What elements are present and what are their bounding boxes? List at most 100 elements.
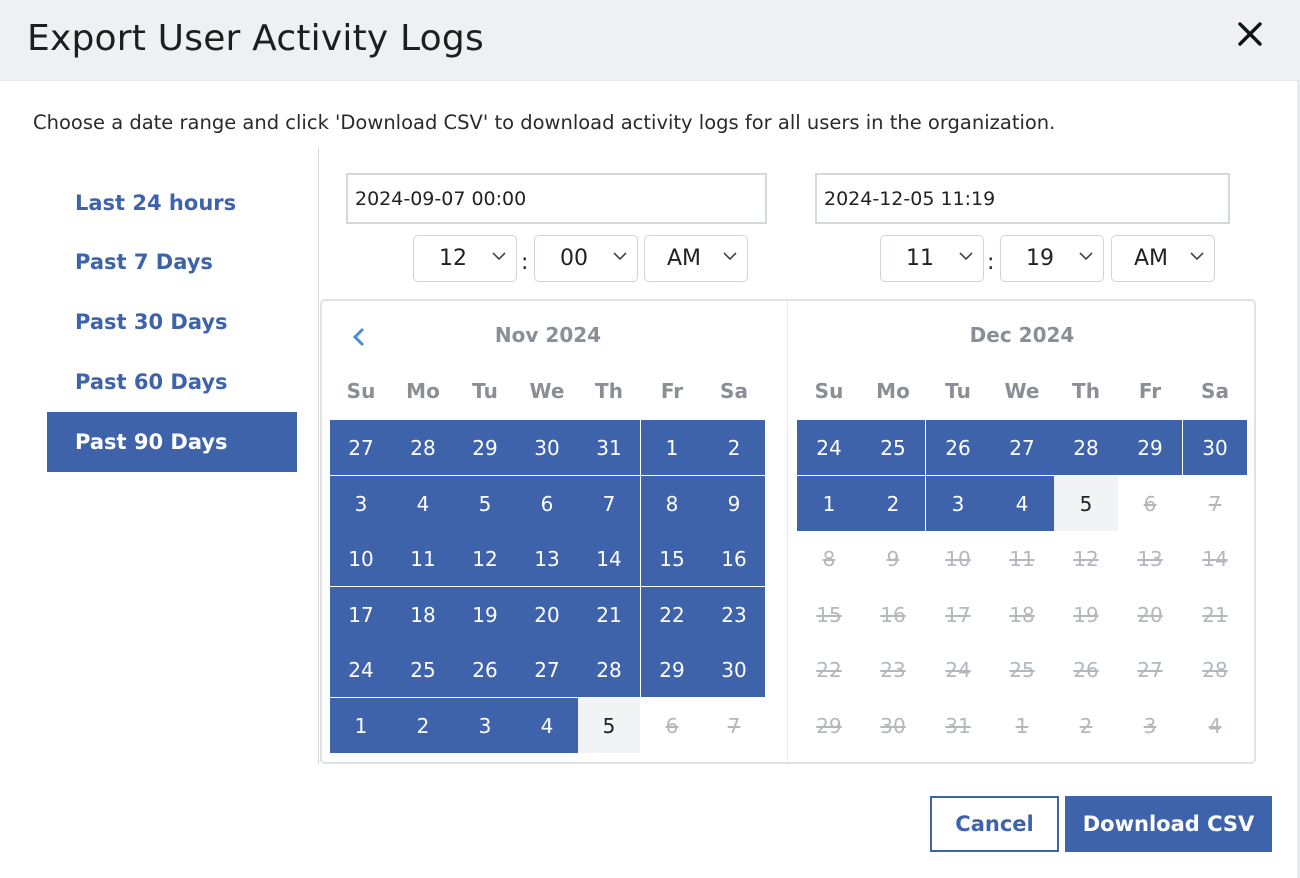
calendar-day[interactable]: 28 [1054,420,1118,475]
calendar-day[interactable]: 5 [454,476,516,531]
weekday-header: Tu [945,379,971,403]
calendar-day: 4 [1208,713,1222,738]
calendar-day[interactable]: 8 [641,476,703,531]
start-ampm-value: AM [666,246,702,271]
calendar-day: 27 [1137,657,1163,682]
cancel-button[interactable]: Cancel [930,796,1059,852]
calendar-day[interactable]: 5 [1054,476,1118,531]
calendar-day: 2 [1079,713,1093,738]
chevron-down-icon [959,252,973,261]
calendar-separator [787,300,788,763]
preset-past-30-days[interactable]: Past 30 Days [47,292,297,352]
calendar-day[interactable]: 22 [641,587,703,642]
calendar-day[interactable]: 24 [330,642,392,697]
calendar-day: 19 [1073,602,1099,627]
start-minute-select[interactable]: 00 [534,235,638,282]
calendar-day[interactable]: 27 [516,642,578,697]
weekday-header: Fr [660,379,684,403]
calendar-day[interactable]: 9 [703,476,765,531]
calendar-day[interactable]: 4 [516,698,578,753]
calendar-day[interactable]: 10 [330,531,392,586]
weekday-header: Th [595,379,623,403]
chevron-down-icon [723,252,737,261]
calendar-day[interactable]: 27 [990,420,1054,475]
calendar-day[interactable]: 28 [392,420,454,475]
chevron-down-icon [492,252,506,261]
calendar-day: 21 [1202,602,1228,627]
calendar-day[interactable]: 17 [330,587,392,642]
calendar-day: 9 [886,546,900,571]
start-datetime-input[interactable] [346,173,767,224]
calendar-day: 24 [945,657,971,682]
preset-past-60-days[interactable]: Past 60 Days [47,352,297,412]
calendar-day[interactable]: 29 [1118,420,1182,475]
calendar-day[interactable]: 2 [392,698,454,753]
calendar-day[interactable]: 11 [392,531,454,586]
calendar-day[interactable]: 1 [797,476,861,531]
weekday-header: We [1004,379,1040,403]
calendar-day[interactable]: 26 [926,420,990,475]
calendar-day[interactable]: 28 [578,642,640,697]
calendar-day[interactable]: 2 [703,420,765,475]
calendar-day[interactable]: 3 [454,698,516,753]
calendar-day: 12 [1073,546,1099,571]
calendar-day[interactable]: 6 [516,476,578,531]
calendar-day: 3 [1143,713,1157,738]
calendar-day[interactable]: 30 [516,420,578,475]
calendar-day: 10 [945,546,971,571]
calendar-day[interactable]: 21 [578,587,640,642]
weekday-header: Tu [472,379,498,403]
calendar-day: 20 [1137,602,1163,627]
calendar-day[interactable]: 29 [641,642,703,697]
calendar-day[interactable]: 25 [861,420,925,475]
calendar-day[interactable]: 12 [454,531,516,586]
calendar-day: 7 [1208,491,1222,516]
end-hour-value: 11 [906,246,934,271]
calendar-day: 28 [1202,657,1228,682]
month-title-nov: Nov 2024 [494,323,602,347]
preset-past-90-days[interactable]: Past 90 Days [47,412,297,472]
end-ampm-select[interactable]: AM [1111,235,1215,282]
calendar-day[interactable]: 24 [797,420,861,475]
calendar-day[interactable]: 30 [703,642,765,697]
download-csv-button[interactable]: Download CSV [1065,796,1272,852]
calendar-day[interactable]: 23 [703,587,765,642]
calendar-day[interactable]: 1 [330,698,392,753]
calendar-day[interactable]: 31 [578,420,640,475]
calendar-day[interactable]: 13 [516,531,578,586]
calendar-day[interactable]: 3 [330,476,392,531]
calendar-day[interactable]: 27 [330,420,392,475]
calendar-day[interactable]: 4 [392,476,454,531]
prev-month-button[interactable] [348,324,370,350]
end-hour-select[interactable]: 11 [880,235,984,282]
calendar-day[interactable]: 1 [641,420,703,475]
start-hour-select[interactable]: 12 [413,235,517,282]
calendar-day[interactable]: 16 [703,531,765,586]
end-datetime-input[interactable] [815,173,1230,224]
calendar-day: 7 [727,713,741,738]
calendar-day: 15 [816,602,842,627]
calendar-day[interactable]: 26 [454,642,516,697]
calendar-day[interactable]: 18 [392,587,454,642]
weekday-header: Mo [876,379,910,403]
calendar-day[interactable]: 4 [990,476,1054,531]
end-minute-select[interactable]: 19 [1000,235,1104,282]
start-time-separator: : [521,250,529,275]
calendar-day[interactable]: 15 [641,531,703,586]
calendar-day[interactable]: 3 [926,476,990,531]
calendar-day[interactable]: 5 [578,698,640,753]
preset-last-24-hours[interactable]: Last 24 hours [47,173,297,233]
calendar-day[interactable]: 29 [454,420,516,475]
calendar-day[interactable]: 25 [392,642,454,697]
close-button[interactable] [1232,16,1268,52]
start-ampm-select[interactable]: AM [644,235,748,282]
end-time-separator: : [987,250,995,275]
calendar-day[interactable]: 19 [454,587,516,642]
calendar-day[interactable]: 7 [578,476,640,531]
calendar-day[interactable]: 30 [1183,420,1247,475]
preset-past-7-days[interactable]: Past 7 Days [47,232,297,292]
calendar-day[interactable]: 14 [578,531,640,586]
calendar-day: 6 [1143,491,1157,516]
calendar-day[interactable]: 20 [516,587,578,642]
calendar-day[interactable]: 2 [861,476,925,531]
